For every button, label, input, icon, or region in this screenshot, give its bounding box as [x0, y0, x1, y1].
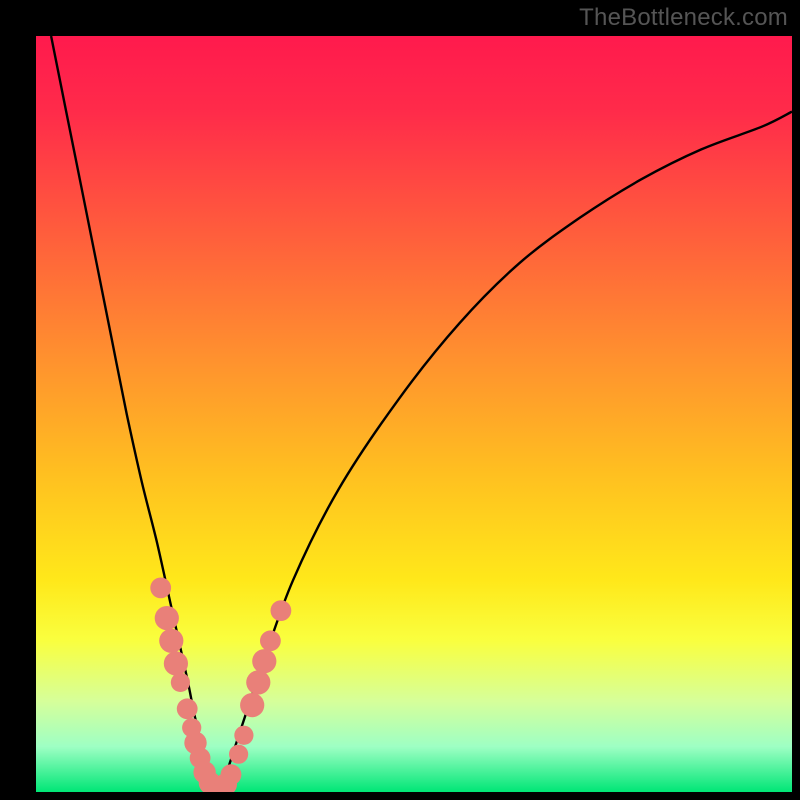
- marker-layer: [150, 578, 291, 793]
- curve-marker: [246, 670, 270, 694]
- plot-area: [36, 36, 792, 792]
- watermark-text: TheBottleneck.com: [579, 4, 788, 32]
- bottleneck-curve: [51, 36, 792, 792]
- curve-marker: [221, 764, 242, 785]
- curve-marker: [155, 606, 179, 630]
- curve-marker: [171, 673, 190, 692]
- curve-marker: [234, 726, 253, 745]
- curve-marker: [229, 745, 248, 764]
- curve-marker: [164, 651, 188, 675]
- curve-svg: [36, 36, 792, 792]
- curve-marker: [252, 649, 276, 673]
- curve-marker: [159, 629, 183, 653]
- curve-marker: [260, 630, 281, 651]
- curve-marker: [240, 693, 264, 717]
- curve-marker: [271, 600, 292, 621]
- curve-marker: [177, 698, 198, 719]
- curve-marker: [150, 578, 171, 599]
- chart-frame: TheBottleneck.com: [0, 0, 800, 800]
